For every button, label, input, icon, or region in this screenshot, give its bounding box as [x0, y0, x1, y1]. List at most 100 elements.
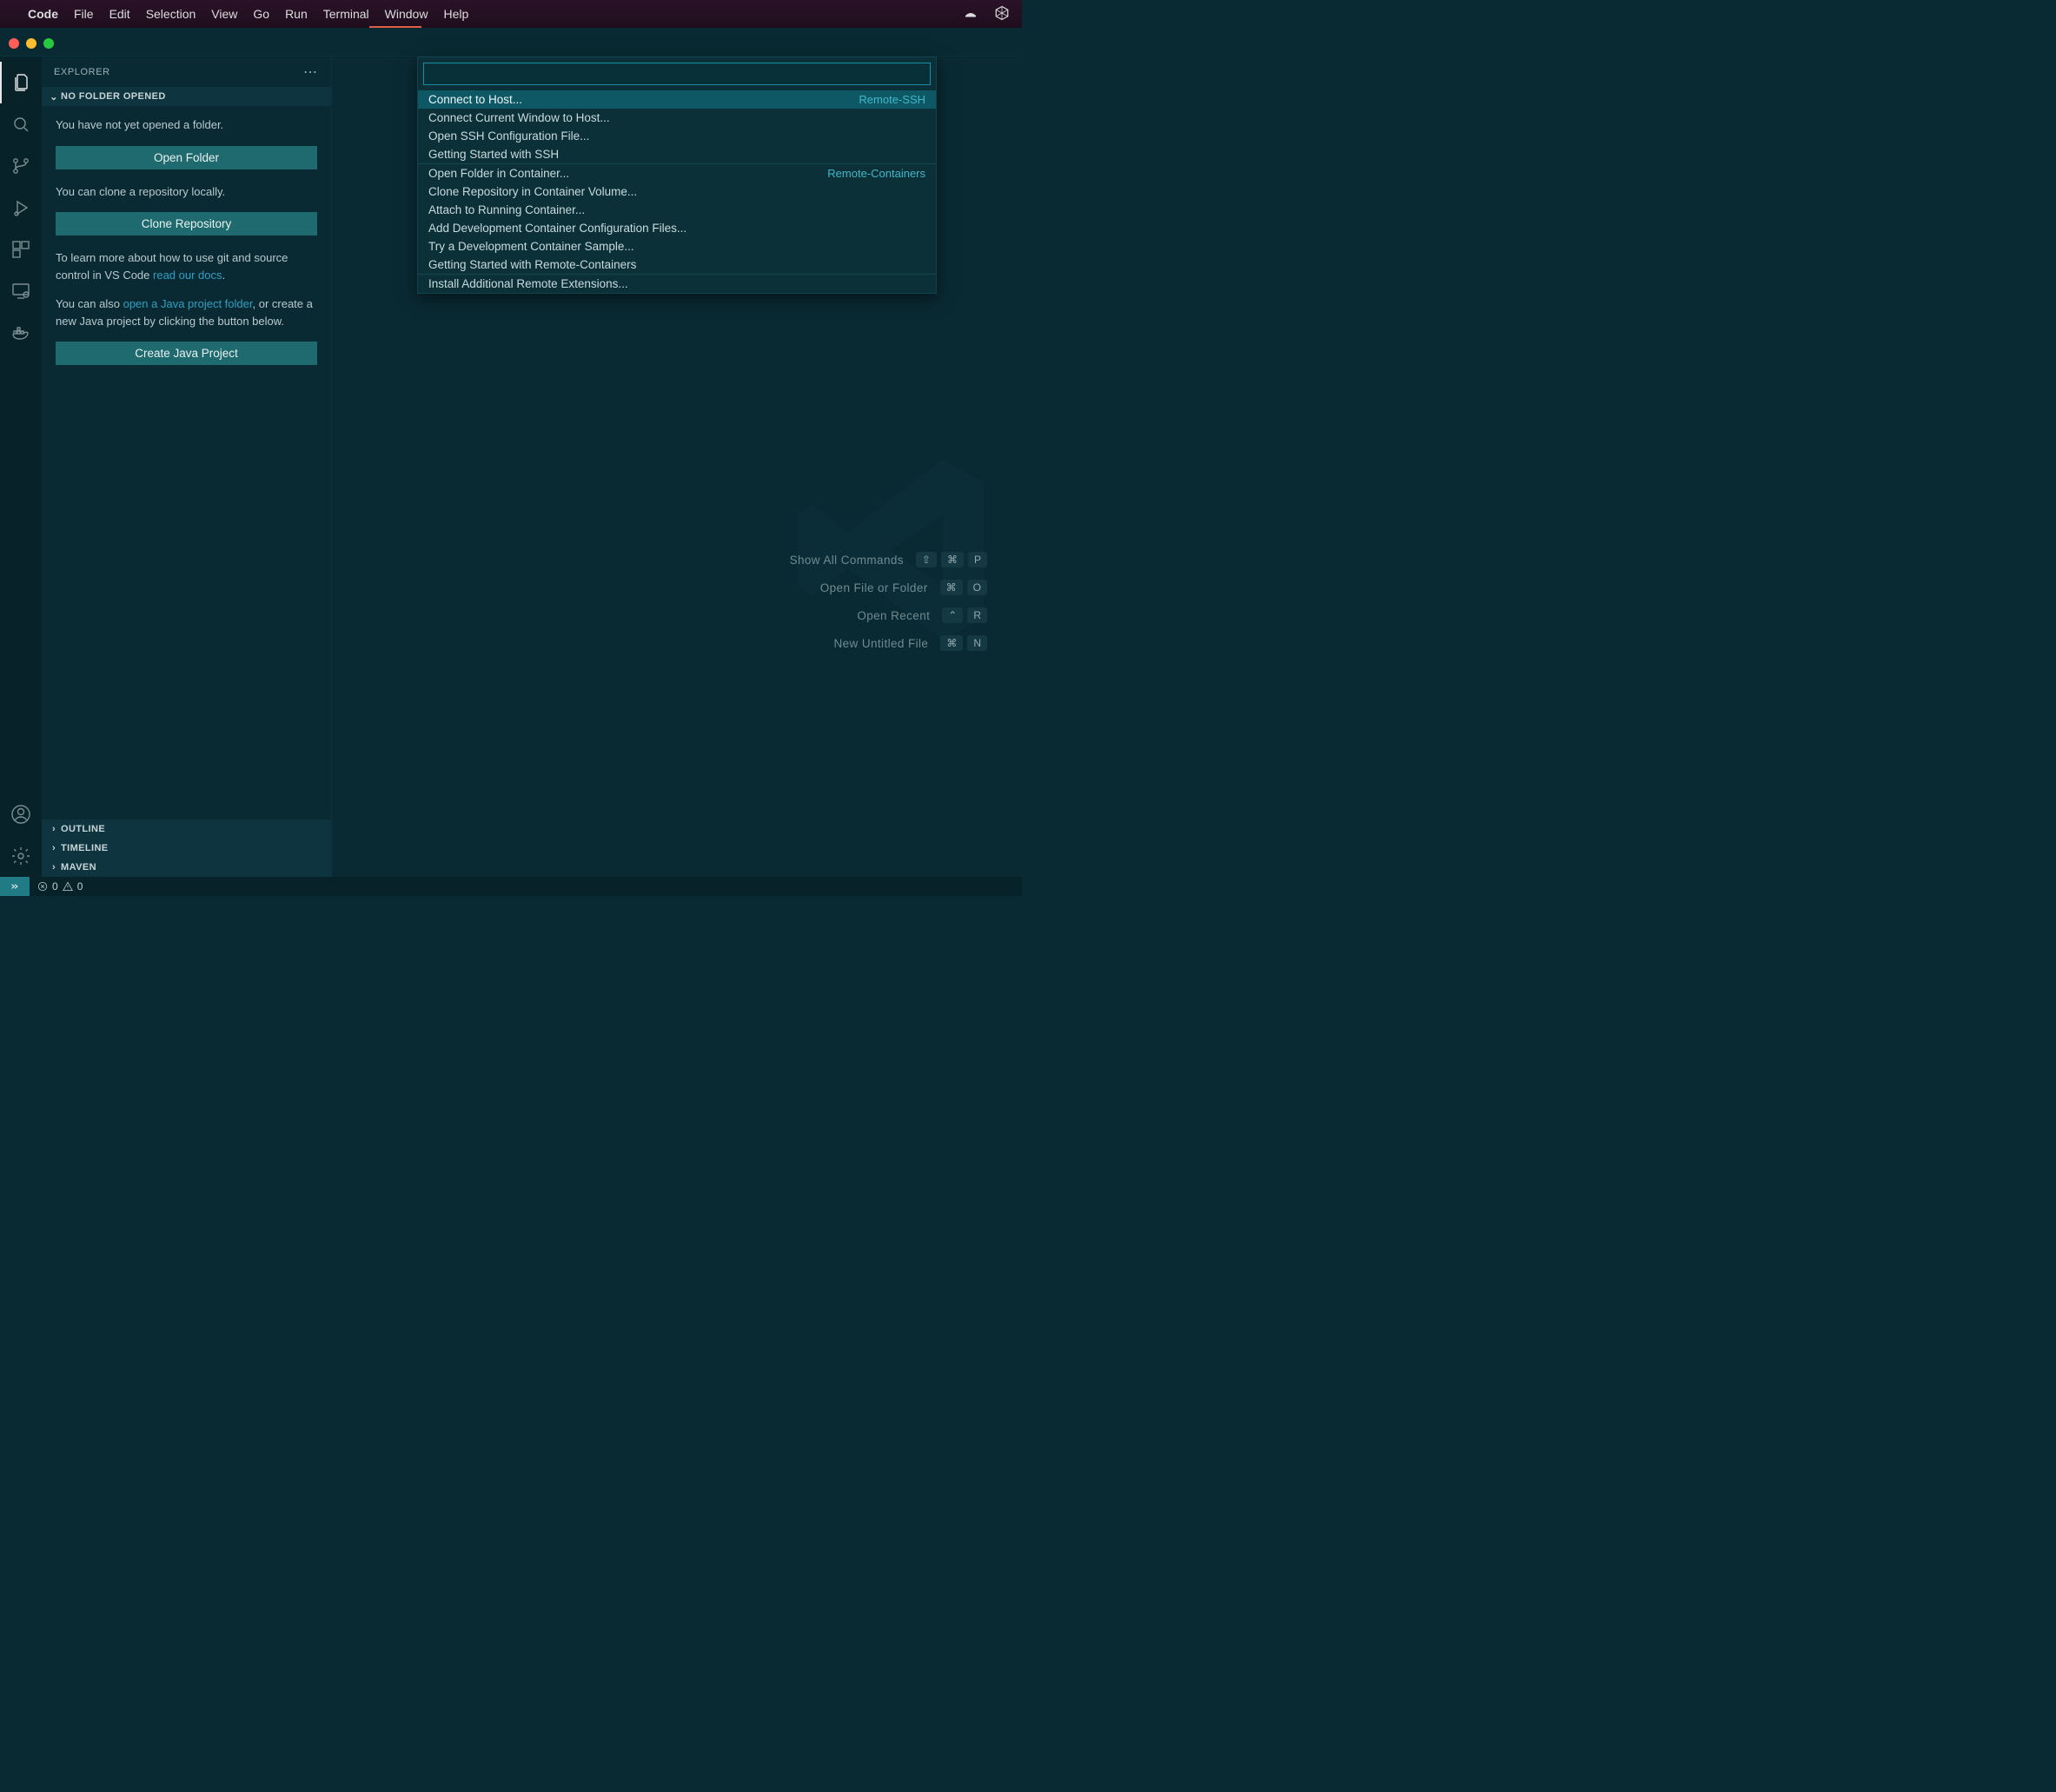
menu-window[interactable]: Window: [385, 7, 428, 21]
shortcut-keys: ⌃R: [942, 607, 987, 623]
quickpick-item[interactable]: Install Additional Remote Extensions...: [418, 274, 936, 293]
shortcut-row: Show All Commands⇧⌘P: [790, 552, 987, 567]
quickpick-item[interactable]: Getting Started with SSH: [418, 145, 936, 163]
menu-terminal[interactable]: Terminal: [323, 7, 369, 21]
keycap: O: [967, 580, 987, 595]
sidebar: EXPLORER ⋯ ⌄ NO FOLDER OPENED You have n…: [42, 56, 332, 877]
section-outline[interactable]: › OUTLINE: [42, 820, 331, 839]
activity-extensions[interactable]: [0, 229, 42, 270]
activity-docker[interactable]: [0, 312, 42, 354]
shortcut-keys: ⇧⌘P: [916, 552, 987, 567]
quickpick-item[interactable]: Clone Repository in Container Volume...: [418, 183, 936, 201]
quickpick-item[interactable]: Open Folder in Container... Remote-Contai…: [418, 163, 936, 183]
menu-file[interactable]: File: [74, 7, 94, 21]
quickpick-item[interactable]: Connect Current Window to Host...: [418, 109, 936, 127]
quickpick-item-label: Try a Development Container Sample...: [428, 240, 634, 253]
section-timeline-label: TIMELINE: [61, 843, 109, 853]
quickpick-item[interactable]: Connect to Host...Remote-SSH: [418, 90, 936, 109]
keycap: ⇧: [916, 552, 937, 567]
shortcut-keys: ⌘O: [940, 580, 987, 595]
chevron-right-icon: ›: [47, 862, 61, 873]
section-maven[interactable]: › MAVEN: [42, 858, 331, 877]
activity-debug[interactable]: [0, 187, 42, 229]
quickpick-item[interactable]: Attach to Running Container...: [418, 201, 936, 219]
shortcut-row: Open Recent⌃R: [857, 607, 987, 623]
status-warning-count: 0: [77, 880, 83, 893]
zoom-window-button[interactable]: [43, 38, 54, 49]
close-window-button[interactable]: [9, 38, 19, 49]
status-bar: 0 0: [0, 877, 1022, 896]
keycap: R: [967, 607, 987, 623]
menu-run[interactable]: Run: [285, 7, 308, 21]
gear-icon: [10, 846, 31, 866]
tray-icon-1[interactable]: [963, 5, 978, 23]
tray-icon-2[interactable]: [994, 5, 1010, 23]
window-controls: [9, 38, 54, 49]
activity-settings[interactable]: [0, 835, 42, 877]
read-docs-link[interactable]: read our docs: [153, 269, 222, 282]
mac-menubar: Code File Edit Selection View Go Run Ter…: [0, 0, 1022, 28]
menu-code[interactable]: Code: [28, 7, 58, 21]
warning-icon: [62, 880, 74, 893]
minimize-window-button[interactable]: [26, 38, 36, 49]
quickpick-item[interactable]: Open SSH Configuration File...: [418, 127, 936, 145]
clone-repo-button[interactable]: Clone Repository: [56, 212, 317, 236]
menu-edit[interactable]: Edit: [109, 7, 130, 21]
quickpick-item[interactable]: Add Development Container Configuration …: [418, 219, 936, 237]
shortcut-keys: ⌘N: [940, 635, 987, 651]
shortcut-label: Open File or Folder: [820, 581, 928, 594]
run-debug-icon: [10, 197, 31, 218]
error-icon: [36, 880, 49, 893]
no-folder-msg1: You have not yet opened a folder.: [56, 116, 317, 134]
no-folder-msg3: To learn more about how to use git and s…: [56, 249, 317, 283]
sidebar-more-icon[interactable]: ⋯: [303, 63, 319, 81]
quickpick-item[interactable]: Try a Development Container Sample...: [418, 237, 936, 256]
activity-explorer[interactable]: [0, 62, 42, 103]
editor-area: Show All Commands⇧⌘P Open File or Folder ⌘…: [332, 56, 1022, 877]
quickpick-item-label: Attach to Running Container...: [428, 203, 585, 216]
quickpick-item-label: Getting Started with SSH: [428, 148, 559, 161]
files-icon: [10, 72, 31, 93]
quickpick-item-label: Open Folder in Container...: [428, 167, 569, 180]
shortcut-row: New Untitled File ⌘N: [833, 635, 987, 651]
menu-selection[interactable]: Selection: [146, 7, 196, 21]
activity-scm[interactable]: [0, 145, 42, 187]
active-app-underline: [369, 26, 421, 28]
activity-accounts[interactable]: [0, 793, 42, 835]
no-folder-msg4: You can also open a Java project folder,…: [56, 295, 317, 329]
docker-icon: [10, 322, 31, 343]
quickpick-item-label: Add Development Container Configuration …: [428, 222, 686, 235]
shortcut-row: Open File or Folder⌘O: [820, 580, 987, 595]
keycap: P: [968, 552, 987, 567]
quickpick-item-label: Open SSH Configuration File...: [428, 129, 589, 143]
sidebar-title: EXPLORER: [54, 67, 110, 77]
section-maven-label: MAVEN: [61, 862, 96, 873]
quickpick-input[interactable]: [423, 63, 931, 85]
section-timeline[interactable]: › TIMELINE: [42, 839, 331, 858]
quickpick-category-label: Remote-Containers: [827, 167, 925, 180]
activity-bar: [0, 56, 42, 877]
section-outline-label: OUTLINE: [61, 824, 105, 834]
sidebar-header: EXPLORER ⋯: [42, 56, 331, 87]
remote-explorer-icon: [10, 281, 31, 302]
section-no-folder[interactable]: ⌄ NO FOLDER OPENED: [42, 87, 331, 106]
activity-remote-explorer[interactable]: [0, 270, 42, 312]
open-java-link[interactable]: open a Java project folder: [123, 297, 253, 310]
menu-go[interactable]: Go: [253, 7, 269, 21]
section-no-folder-label: NO FOLDER OPENED: [61, 91, 166, 102]
quickpick-item-label: Getting Started with Remote-Containers: [428, 258, 636, 271]
shortcut-label: New Untitled File: [833, 637, 928, 650]
menu-help[interactable]: Help: [443, 7, 468, 21]
quickpick-item[interactable]: Getting Started with Remote-Containers: [418, 256, 936, 274]
create-java-project-button[interactable]: Create Java Project: [56, 342, 317, 365]
account-icon: [10, 804, 31, 825]
quickpick: Connect to Host...Remote-SSHConnect Curr…: [417, 56, 937, 294]
activity-search[interactable]: [0, 103, 42, 145]
keycap: ⌘: [940, 580, 963, 595]
vscode-window: EXPLORER ⋯ ⌄ NO FOLDER OPENED You have n…: [0, 31, 1022, 896]
status-problems[interactable]: 0 0: [30, 880, 90, 893]
open-folder-button[interactable]: Open Folder: [56, 146, 317, 169]
remote-status-button[interactable]: [0, 877, 30, 896]
welcome-shortcuts: Show All Commands⇧⌘P Open File or Folder ⌘…: [790, 552, 987, 651]
menu-view[interactable]: View: [211, 7, 237, 21]
